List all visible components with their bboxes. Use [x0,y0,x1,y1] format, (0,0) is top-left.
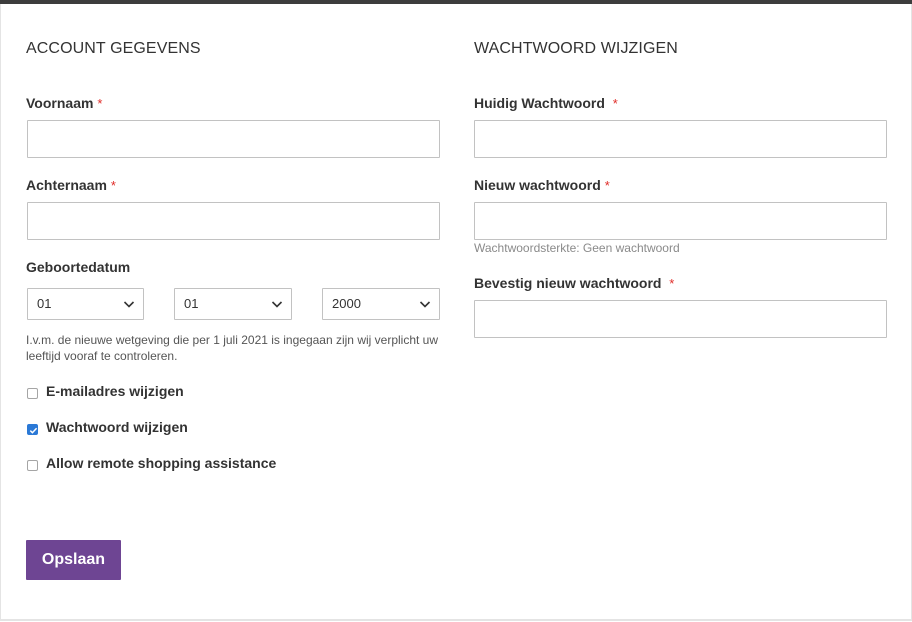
current-password-label-text: Huidig Wachtwoord [474,95,605,111]
required-mark: * [604,178,610,193]
dob-day-value: 01 [37,296,52,311]
dob-month-value: 01 [184,296,199,311]
firstname-label: Voornaam * [26,95,102,111]
change-email-checkbox[interactable] [27,388,38,399]
current-password-label: Huidig Wachtwoord * [474,95,618,111]
required-mark: * [97,96,103,111]
account-edit-form: ACCOUNT GEGEVENS Voornaam * Achternaam *… [0,4,912,621]
dob-label: Geboortedatum [26,259,131,275]
dob-day-select[interactable]: 01 [27,288,144,320]
dob-year-value: 2000 [332,296,361,311]
required-mark: * [612,96,618,111]
confirm-password-label-text: Bevestig nieuw wachtwoord [474,275,662,291]
chevron-down-icon [419,301,431,308]
firstname-label-text: Voornaam [26,95,94,111]
chevron-down-icon [123,301,135,308]
remote-assistance-checkbox[interactable] [27,460,38,471]
checkmark-icon [29,427,38,434]
dob-month-select[interactable]: 01 [174,288,292,320]
firstname-field[interactable] [27,120,440,158]
lastname-label-text: Achternaam [26,177,107,193]
change-password-label[interactable]: Wachtwoord wijzigen [46,419,188,435]
dob-year-select[interactable]: 2000 [322,288,440,320]
lastname-field[interactable] [27,202,440,240]
change-password-checkbox[interactable] [27,424,38,435]
age-verification-note: I.v.m. de nieuwe wetgeving die per 1 jul… [26,333,439,363]
lastname-label: Achternaam * [26,177,116,193]
required-mark: * [669,276,675,291]
new-password-label-text: Nieuw wachtwoord [474,177,601,193]
account-info-title: ACCOUNT GEGEVENS [26,40,201,57]
change-email-label[interactable]: E-mailadres wijzigen [46,383,184,399]
confirm-password-field[interactable] [474,300,887,338]
new-password-label: Nieuw wachtwoord * [474,177,610,193]
confirm-password-label: Bevestig nieuw wachtwoord * [474,275,674,291]
current-password-field[interactable] [474,120,887,158]
required-mark: * [110,178,116,193]
change-password-title: WACHTWOORD WIJZIGEN [474,40,678,57]
remote-assistance-label[interactable]: Allow remote shopping assistance [46,455,276,471]
save-button[interactable]: Opslaan [26,540,121,580]
password-strength-meter: Wachtwoordsterkte: Geen wachtwoord [474,241,680,255]
chevron-down-icon [271,301,283,308]
new-password-field[interactable] [474,202,887,240]
